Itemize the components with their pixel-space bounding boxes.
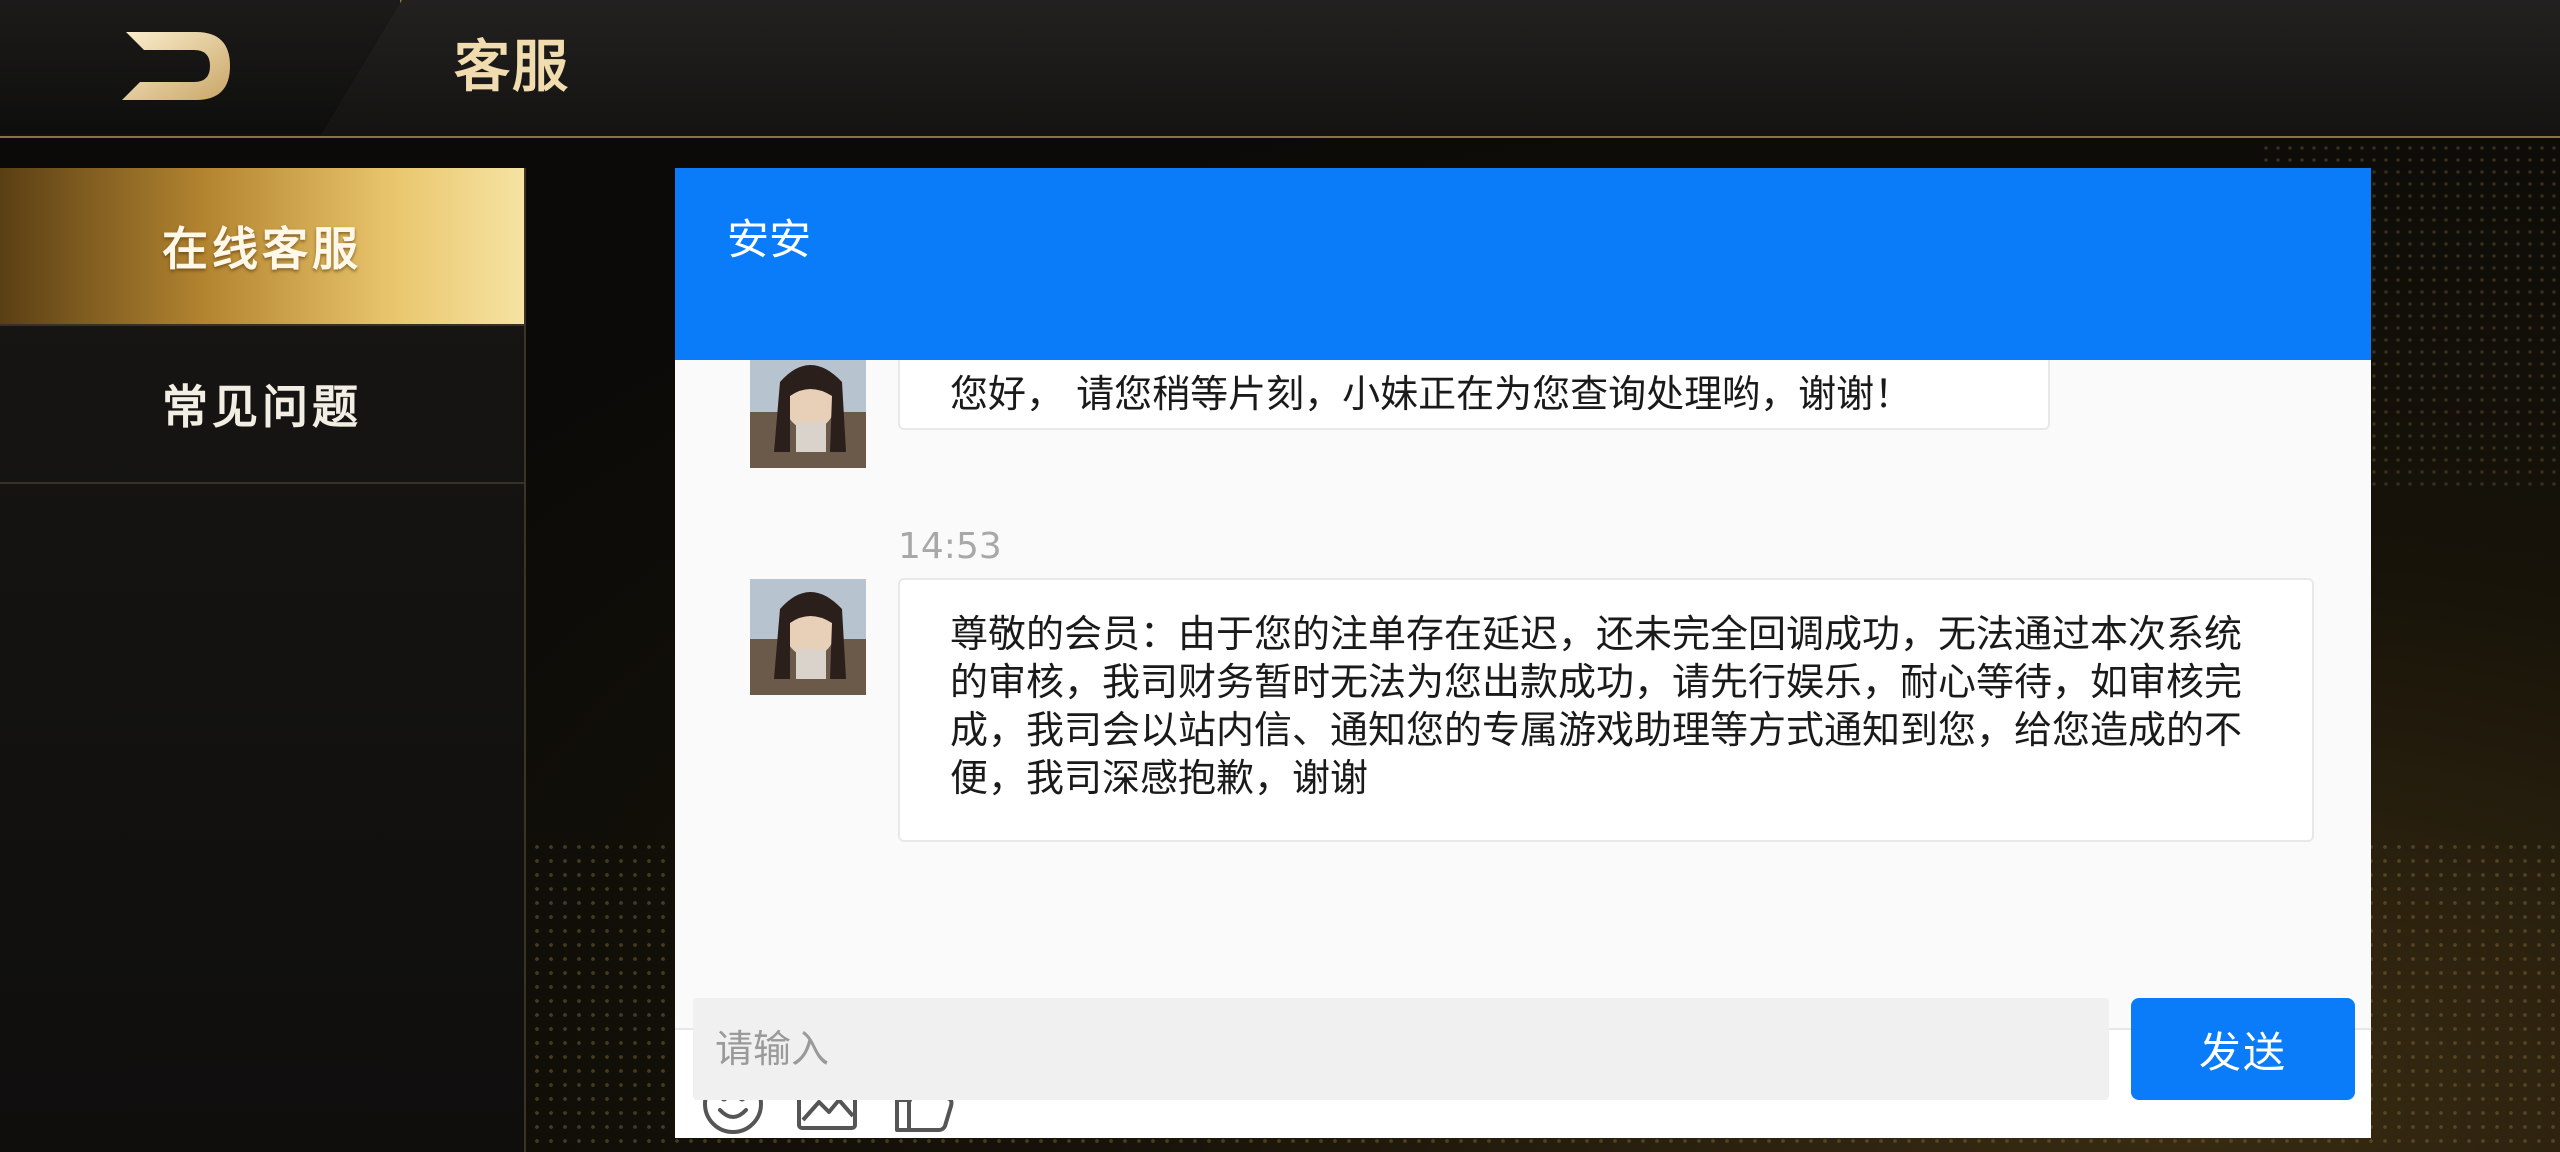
app-root: 客服 在线客服 常见问题 安安 您好， 请您稍等片刻，小妹正在为您查询处理哟，谢… xyxy=(0,0,2560,1152)
sidebar-item-online-service[interactable]: 在线客服 xyxy=(0,168,524,326)
message-bubble: 尊敬的会员：由于您的注单存在延迟，还未完全回调成功，无法通过本次系统的审核，我司… xyxy=(898,578,2314,842)
avatar xyxy=(750,360,866,468)
avatar-photo xyxy=(750,579,866,695)
page-title: 客服 xyxy=(454,35,570,100)
avatar-photo xyxy=(750,360,866,468)
message-timestamp: 14:53 xyxy=(898,526,1002,567)
back-arrow-icon xyxy=(122,32,230,100)
sidebar-item-faq[interactable]: 常见问题 xyxy=(0,326,524,484)
back-button[interactable] xyxy=(118,28,234,106)
send-button[interactable]: 发送 xyxy=(2131,998,2355,1100)
message-bubble: 您好， 请您稍等片刻，小妹正在为您查询处理哟，谢谢！ xyxy=(898,360,2050,430)
agent-name: 安安 xyxy=(727,215,812,264)
avatar xyxy=(750,579,866,695)
sidebar: 在线客服 常见问题 xyxy=(0,168,526,1152)
chat-window: 安安 您好， 请您稍等片刻，小妹正在为您查询处理哟，谢谢！ 14:53 尊敬的会… xyxy=(675,168,2371,1138)
message-list[interactable]: 您好， 请您稍等片刻，小妹正在为您查询处理哟，谢谢！ 14:53 尊敬的会员：由… xyxy=(675,360,2371,1028)
message-input[interactable] xyxy=(693,998,2109,1100)
top-bar: 客服 xyxy=(0,0,2560,138)
chat-header: 安安 xyxy=(675,168,2371,360)
